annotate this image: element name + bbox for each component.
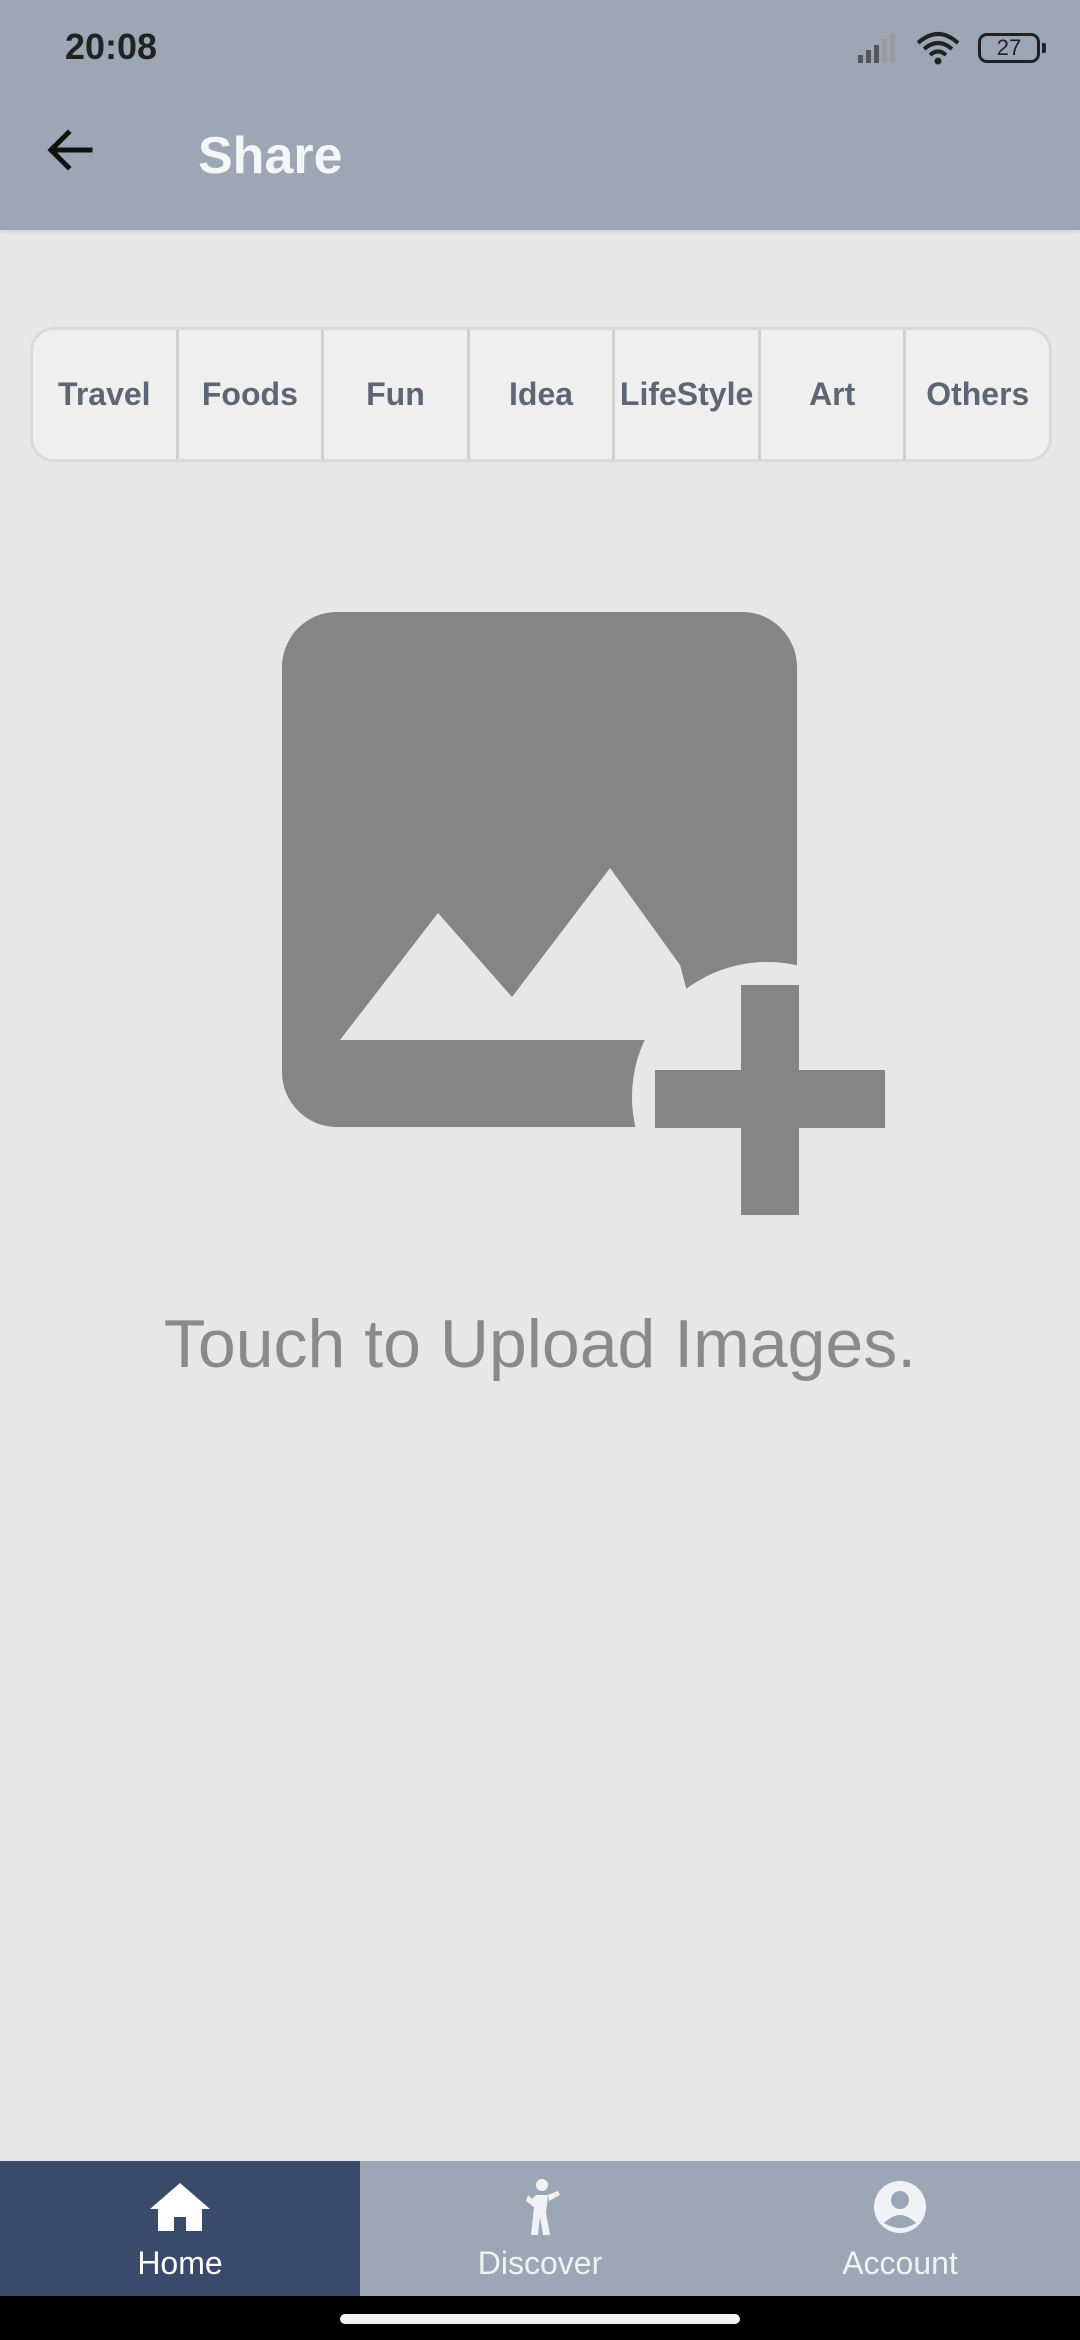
tab-travel[interactable]: Travel [33, 330, 179, 459]
add-photo-icon [282, 612, 902, 1232]
page-title: Share [198, 127, 343, 185]
signal-icon [858, 33, 895, 63]
tab-others[interactable]: Others [906, 330, 1049, 459]
bottom-nav: Home Discover Account [0, 2161, 1080, 2296]
upload-image-button[interactable] [270, 600, 902, 1240]
tab-foods[interactable]: Foods [179, 330, 325, 459]
home-icon [150, 2182, 210, 2231]
nav-home[interactable]: Home [0, 2161, 360, 2296]
home-indicator[interactable] [340, 2314, 740, 2324]
app-header: 20:08 27 Share [0, 0, 1080, 230]
tab-lifestyle[interactable]: LifeStyle [615, 330, 761, 459]
nav-discover-label: Discover [477, 2244, 603, 2281]
nav-home-label: Home [137, 2244, 223, 2281]
walking-person-icon [526, 2178, 560, 2235]
status-icons: 27 [858, 28, 1046, 68]
tab-fun[interactable]: Fun [324, 330, 470, 459]
status-time: 20:08 [65, 26, 158, 67]
account-circle-icon [874, 2180, 926, 2233]
upload-hint-text: Touch to Upload Images. [163, 1306, 917, 1382]
tab-art[interactable]: Art [761, 330, 907, 459]
tab-idea[interactable]: Idea [470, 330, 616, 459]
category-tabs: Travel Foods Fun Idea LifeStyle Art Othe… [30, 327, 1052, 462]
nav-account[interactable]: Account [720, 2161, 1080, 2296]
nav-account-label: Account [842, 2244, 958, 2281]
arrow-left-icon [47, 129, 93, 171]
wifi-icon [916, 32, 960, 65]
battery-icon: 27 [978, 33, 1046, 63]
nav-discover[interactable]: Discover [360, 2161, 720, 2296]
battery-level: 27 [996, 35, 1022, 60]
back-button[interactable] [30, 110, 110, 190]
